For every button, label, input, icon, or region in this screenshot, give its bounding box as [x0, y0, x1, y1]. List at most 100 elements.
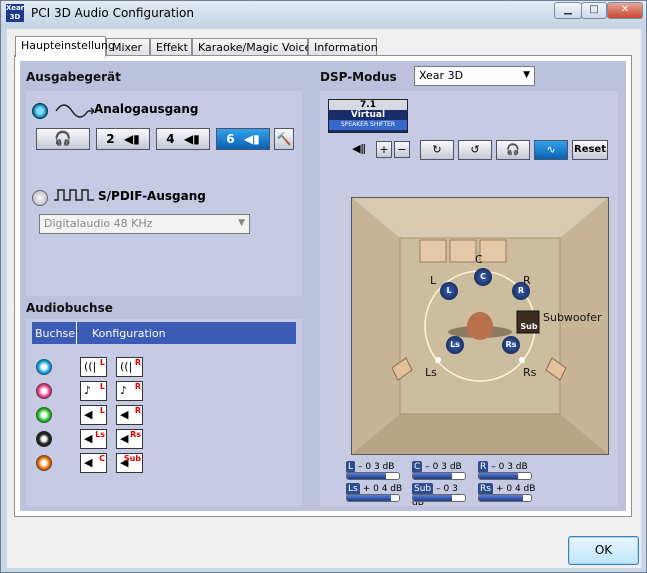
headphone-button[interactable]: 🎧	[36, 128, 90, 150]
speaker-l-marker[interactable]: L	[440, 282, 458, 300]
digital-wave-icon	[54, 189, 94, 201]
room-label-c: C	[475, 253, 483, 266]
speaker-4-button[interactable]: 4 ◀▮	[156, 128, 210, 150]
room-label-subwoofer: Subwoofer	[543, 311, 602, 324]
level-meter-ls[interactable]: Ls + 0 4 dB	[346, 481, 406, 503]
rotate-cw-button[interactable]: ↻	[420, 140, 454, 160]
room-label-ls: Ls	[425, 366, 437, 379]
dsp-mode-select[interactable]: Xear 3D ▼	[414, 66, 535, 86]
app-icon: Xear 3D	[6, 4, 25, 22]
wave-mode-button[interactable]: ∿	[534, 140, 568, 160]
rotate-ccw-icon: ↺	[470, 143, 480, 156]
jack-config-button[interactable]: ♪ L	[80, 381, 107, 401]
spdif-radio[interactable]	[32, 190, 48, 206]
speaker-test-button[interactable]: 🔨	[274, 128, 294, 150]
jack-channel-tag: R	[134, 382, 141, 391]
jack-color-icon	[36, 455, 52, 471]
jack-config-button[interactable]: ◀ L	[80, 405, 107, 425]
speaker-icon: ◀	[84, 408, 93, 421]
jacks-panel: Buchse Konfiguration ((| L ((| R ♪ L ♪ R ◀ L ◀ R ◀ Ls…	[26, 319, 302, 506]
analog-label: Analogausgang	[94, 102, 199, 116]
speaker-4-label: 4	[166, 132, 175, 146]
close-icon: ✕	[620, 4, 630, 15]
speaker-rs-marker[interactable]: Rs	[502, 336, 520, 354]
meter-fill	[479, 473, 518, 479]
speaker-icon: ◀	[84, 432, 93, 445]
speaker-c-marker[interactable]: C	[474, 268, 492, 286]
input-device-icon: ((|	[84, 360, 97, 373]
analog-radio[interactable]	[32, 103, 48, 119]
speaker-2-label: 2	[106, 132, 115, 146]
maximize-button[interactable]: □	[581, 2, 607, 19]
tab-effekt[interactable]: Effekt	[150, 38, 192, 56]
level-meter-sub[interactable]: Sub – 0 3 dB	[412, 481, 472, 508]
jack-config-button[interactable]: ((| L	[80, 357, 107, 377]
chevron-down-icon: ▼	[523, 70, 530, 80]
jack-config-button[interactable]: ◀ C	[80, 453, 107, 473]
speaker-icon: ◀	[120, 408, 129, 421]
plus-icon: +	[379, 143, 389, 156]
jack-config-button[interactable]: ◀ Rs	[116, 429, 143, 449]
jack-color-icon	[36, 359, 52, 375]
headphone-icon: 🎧	[506, 143, 520, 156]
jack-config-button[interactable]: ♪ R	[116, 381, 143, 401]
jack-color-icon	[36, 407, 52, 423]
window-title: PCI 3D Audio Configuration	[31, 6, 194, 20]
room-label-r: R	[523, 274, 531, 287]
meter-value: – 0 3 dB	[358, 462, 395, 472]
title-bar[interactable]: Xear 3D PCI 3D Audio Configuration ▁ □ ✕	[1, 1, 646, 27]
virtual-speaker-shifter-badge[interactable]: 7.1 Virtual SPEAKER SHIFTER	[328, 99, 408, 133]
rotate-cw-icon: ↻	[432, 143, 442, 156]
meter-fill	[347, 473, 386, 479]
client-area: Haupteinstellung Mixer Effekt Karaoke/Ma…	[7, 29, 641, 568]
volume-button[interactable]: ◀ǁ	[348, 140, 370, 160]
header-buchse: Buchse	[35, 327, 76, 340]
jack-channel-tag: Sub	[123, 454, 141, 463]
tab-karaoke[interactable]: Karaoke/Magic Voice	[192, 38, 311, 56]
minimize-button[interactable]: ▁	[554, 2, 582, 19]
jack-channel-tag: L	[99, 382, 105, 391]
input-device-icon: ♪	[84, 384, 92, 397]
dsp-mode-value: Xear 3D	[419, 69, 464, 82]
input-device-icon: ♪	[120, 384, 128, 397]
speaker-icon: ◀	[84, 456, 93, 469]
reset-button[interactable]: Reset	[572, 140, 608, 160]
zoom-in-button[interactable]: +	[376, 141, 392, 158]
close-button[interactable]: ✕	[607, 2, 643, 19]
meter-value: – 0 3 dB	[491, 462, 528, 472]
level-meter-rs[interactable]: Rs + 0 4 dB	[478, 481, 538, 503]
minimize-icon: ▁	[564, 4, 572, 15]
tab-information[interactable]: Information	[308, 38, 378, 56]
hammer-icon: 🔨	[276, 132, 292, 146]
speaker-ls-marker[interactable]: Ls	[446, 336, 464, 354]
jack-channel-tag: R	[134, 358, 141, 367]
meter-bar	[346, 494, 400, 502]
spdif-label: S/PDIF-Ausgang	[98, 189, 206, 203]
level-meter-l[interactable]: L – 0 3 dB	[346, 459, 406, 481]
jacks-table-header: Buchse Konfiguration	[32, 322, 296, 344]
badge-bottom: SPEAKER SHIFTER	[329, 120, 407, 130]
speaker-6-button[interactable]: 6 ◀▮	[216, 128, 270, 150]
level-meter-c[interactable]: C – 0 3 dB	[412, 459, 472, 481]
badge-mid: Virtual	[350, 110, 386, 120]
speaker-2-button[interactable]: 2 ◀▮	[96, 128, 150, 150]
meter-fill	[479, 495, 524, 501]
spdif-format-select[interactable]: Digitalaudio 48 KHz ▼	[39, 214, 250, 234]
level-meter-r[interactable]: R – 0 3 dB	[478, 459, 538, 481]
spdif-format-value: Digitalaudio 48 KHz	[44, 217, 153, 230]
speaker-room-view[interactable]: L C R Ls Rs Sub C L R Subwoofer Ls Rs	[351, 197, 609, 455]
jack-config-button[interactable]: ◀ R	[116, 405, 143, 425]
jack-config-button[interactable]: ((| R	[116, 357, 143, 377]
tab-haupteinstellung[interactable]: Haupteinstellung	[15, 36, 115, 57]
meter-bar	[412, 472, 466, 480]
ok-button[interactable]: OK	[568, 536, 639, 565]
jacks-title: Audiobuchse	[26, 301, 113, 315]
rotate-ccw-button[interactable]: ↺	[458, 140, 492, 160]
jack-config-button[interactable]: ◀ Ls	[80, 429, 107, 449]
minus-icon: −	[397, 143, 407, 156]
jack-color-icon	[36, 383, 52, 399]
jack-config-button[interactable]: ◀ Sub	[116, 453, 143, 473]
speaker-sub-marker[interactable]: Sub	[519, 322, 539, 334]
headphone-mode-button[interactable]: 🎧	[496, 140, 530, 160]
zoom-out-button[interactable]: −	[394, 141, 410, 158]
